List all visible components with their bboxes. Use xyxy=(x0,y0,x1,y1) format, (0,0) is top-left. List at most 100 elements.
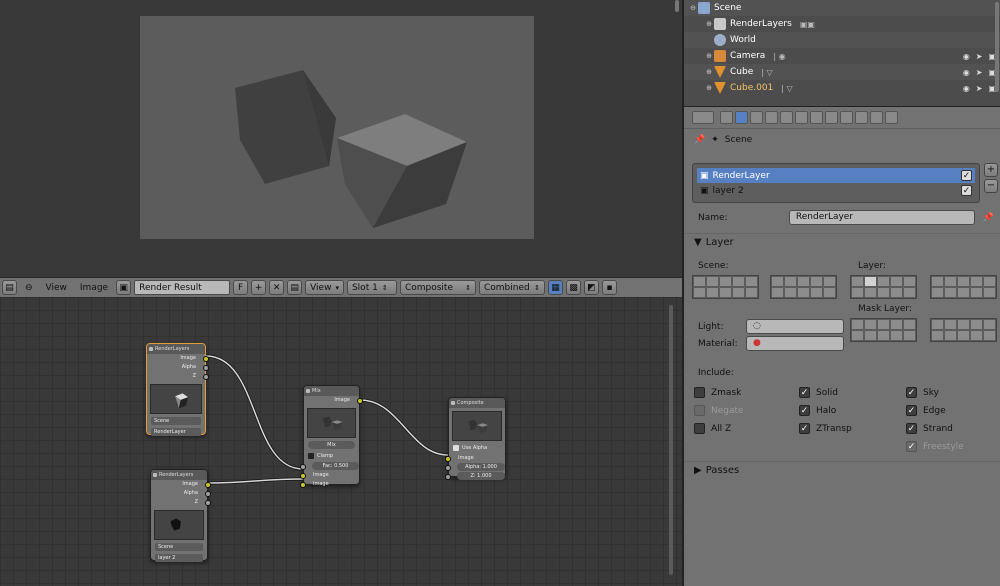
layer-name-input[interactable]: RenderLayer xyxy=(788,210,975,225)
scene-layers-grid-2[interactable] xyxy=(770,275,837,299)
draw-color-icon[interactable]: ▩ xyxy=(565,280,581,295)
outliner-row-renderlayers[interactable]: ⊕ RenderLayers ▣▣ xyxy=(684,16,1000,32)
socket-image[interactable] xyxy=(300,482,306,488)
viewer-scrollbar[interactable] xyxy=(675,0,679,12)
add-layer-button[interactable]: + xyxy=(984,163,998,177)
render-layers-node-1[interactable]: RenderLayers Image Alpha Z Scene RenderL… xyxy=(146,343,209,436)
freestyle-checkbox[interactable]: ✓ Freestyle xyxy=(906,441,964,452)
composite-layer-dropdown[interactable]: Composite ⇕ xyxy=(399,280,476,295)
mask-layers-grid-1[interactable] xyxy=(850,318,917,342)
draw-color-alpha-icon[interactable]: ▦ xyxy=(547,280,563,295)
menu-image[interactable]: Image xyxy=(75,283,113,293)
scene-layers-grid-1[interactable] xyxy=(692,275,759,299)
sky-checkbox[interactable]: ✓ Sky xyxy=(906,387,939,398)
fake-user-button[interactable]: F xyxy=(233,280,249,295)
node-editor-canvas[interactable]: RenderLayers Image Alpha Z Scene RenderL… xyxy=(0,297,682,586)
edge-checkbox[interactable]: ✓ Edge xyxy=(906,405,946,416)
socket-alpha[interactable] xyxy=(205,491,211,497)
outliner-row-cube-001[interactable]: ⊕ Cube.001 | ▽ ◉ ➤ ▣ xyxy=(684,80,1000,96)
negate-checkbox[interactable]: Negate xyxy=(694,405,744,416)
eye-icon[interactable]: ◉ xyxy=(963,84,970,93)
strand-checkbox[interactable]: ✓ Strand xyxy=(906,423,953,434)
socket-image[interactable] xyxy=(300,473,306,479)
render-tab-icon[interactable] xyxy=(720,111,733,124)
halo-checkbox[interactable]: ✓ Halo xyxy=(799,405,836,416)
layer-enabled-checkbox[interactable]: ✓ xyxy=(961,185,972,196)
mask-layers-grid-2[interactable] xyxy=(930,318,997,342)
expand-icon[interactable]: ⊕ xyxy=(704,68,714,76)
use-alpha-checkbox[interactable]: Use Alpha xyxy=(453,444,501,452)
scene-field[interactable]: Scene xyxy=(151,417,201,425)
cursor-icon[interactable]: ➤ xyxy=(976,84,983,93)
clamp-checkbox[interactable]: Clamp xyxy=(308,452,355,460)
alpha-field[interactable]: Alpha: 1.000 xyxy=(457,463,505,471)
socket-image[interactable] xyxy=(205,482,211,488)
mix-node[interactable]: Mix Image Mix Clamp Fac: 0.500 Image Ima… xyxy=(300,385,363,488)
new-image-icon[interactable]: + xyxy=(251,280,267,295)
header-collapse-icon[interactable]: ⊖ xyxy=(20,283,38,293)
editor-type-icon[interactable] xyxy=(692,111,714,124)
zmask-checkbox[interactable]: Zmask xyxy=(694,387,741,398)
ztransp-checkbox[interactable]: ✓ ZTransp xyxy=(799,423,852,434)
socket-image[interactable] xyxy=(357,398,363,404)
world-tab-icon[interactable] xyxy=(765,111,778,124)
layer-panel-header[interactable]: ▼ Layer xyxy=(684,233,1000,251)
scene-tab-icon[interactable] xyxy=(750,111,763,124)
data-tab-icon[interactable] xyxy=(825,111,838,124)
expand-icon[interactable]: ⊕ xyxy=(704,84,714,92)
allz-checkbox[interactable]: All Z xyxy=(694,423,731,434)
light-group-field[interactable]: ◌ xyxy=(746,319,844,334)
socket-z[interactable] xyxy=(445,474,451,480)
cursor-icon[interactable]: ➤ xyxy=(976,68,983,77)
outliner-row-world[interactable]: World xyxy=(684,32,1000,48)
socket-alpha[interactable] xyxy=(203,365,209,371)
socket-z[interactable] xyxy=(205,500,211,506)
object-tab-icon[interactable] xyxy=(780,111,793,124)
pass-dropdown[interactable]: Combined ⇕ xyxy=(478,280,545,295)
layer-layers-grid-2[interactable] xyxy=(930,275,997,299)
layer-enabled-checkbox[interactable]: ✓ xyxy=(961,170,972,181)
outliner-row-cube[interactable]: ⊕ Cube | ▽ ◉ ➤ ▣ xyxy=(684,64,1000,80)
solid-checkbox[interactable]: ✓ Solid xyxy=(799,387,838,398)
collapse-icon[interactable]: ⊖ xyxy=(688,4,698,12)
render-layers-node-2[interactable]: RenderLayers Image Alpha Z Scene layer 2 xyxy=(150,469,211,562)
editor-type-icon[interactable]: ▤ xyxy=(2,280,17,295)
unlink-image-icon[interactable]: ✕ xyxy=(269,280,285,295)
material-override-field[interactable]: ● xyxy=(746,336,844,351)
eye-icon[interactable]: ◉ xyxy=(963,68,970,77)
socket-z[interactable] xyxy=(203,374,209,380)
draw-alpha-icon[interactable]: ◩ xyxy=(583,280,599,295)
view-menu-icon[interactable]: ▤ xyxy=(287,280,303,295)
expand-icon[interactable]: ⊕ xyxy=(704,20,714,28)
image-name-field[interactable]: Render Result xyxy=(134,280,231,295)
menu-view[interactable]: View xyxy=(41,283,72,293)
constraints-tab-icon[interactable] xyxy=(795,111,808,124)
outliner-scrollbar[interactable] xyxy=(995,2,999,92)
material-tab-icon[interactable] xyxy=(840,111,853,124)
render-layer-list[interactable]: ▣ RenderLayer ✓ ▣ layer 2 ✓ xyxy=(692,163,980,203)
image-viewer[interactable] xyxy=(0,0,682,277)
eye-icon[interactable]: ◉ xyxy=(963,52,970,61)
layer-field[interactable]: layer 2 xyxy=(155,554,203,562)
passes-panel-header[interactable]: ▶ Passes xyxy=(684,461,1000,479)
socket-image[interactable] xyxy=(445,456,451,462)
fac-field[interactable]: Fac: 0.500 xyxy=(312,462,359,470)
layer-list-item[interactable]: ▣ RenderLayer ✓ xyxy=(697,168,975,183)
remove-layer-button[interactable]: − xyxy=(984,179,998,193)
particles-tab-icon[interactable] xyxy=(870,111,883,124)
scene-field[interactable]: Scene xyxy=(155,543,203,551)
modifiers-tab-icon[interactable] xyxy=(810,111,823,124)
socket-fac[interactable] xyxy=(300,464,306,470)
image-browse-icon[interactable]: ▣ xyxy=(116,280,132,295)
node-editor-scrollbar[interactable] xyxy=(669,305,673,575)
slot-dropdown[interactable]: Slot 1 ⇕ xyxy=(346,280,397,295)
view-dropdown[interactable]: View ▾ xyxy=(305,280,344,295)
render-layers-tab-icon[interactable] xyxy=(735,111,748,124)
layer-list-item[interactable]: ▣ layer 2 ✓ xyxy=(697,183,975,198)
pin-icon[interactable]: 📌 xyxy=(983,213,994,223)
outliner-row-camera[interactable]: ⊕ Camera | ◉ ◉ ➤ ▣ xyxy=(684,48,1000,64)
physics-tab-icon[interactable] xyxy=(885,111,898,124)
outliner-row-scene[interactable]: ⊖ Scene xyxy=(684,0,1000,16)
layer-layers-grid-1[interactable] xyxy=(850,275,917,299)
socket-alpha[interactable] xyxy=(445,465,451,471)
